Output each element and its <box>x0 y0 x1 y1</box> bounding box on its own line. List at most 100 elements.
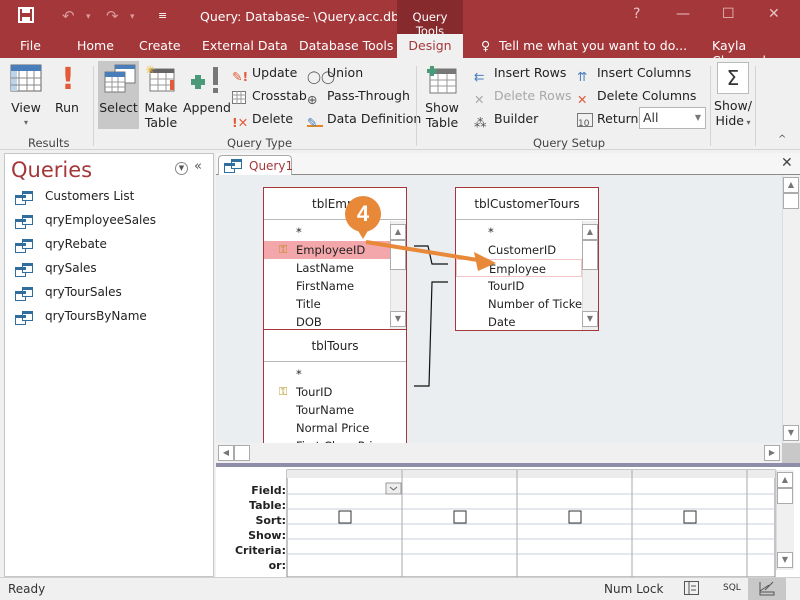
nav-item[interactable]: qryEmployeeSales <box>15 209 156 231</box>
delete-columns-icon: ✕ <box>577 91 588 107</box>
insert-columns-button[interactable]: ⇈ Insert Columns <box>577 63 691 84</box>
scroll-thumb[interactable] <box>783 193 799 209</box>
close-window-button[interactable]: ✕ <box>768 6 780 22</box>
ribbon-tabs: File Home Create External Data Database … <box>0 34 800 68</box>
query-icon <box>15 286 33 301</box>
close-document-icon[interactable]: ✕ <box>781 155 793 171</box>
tab-design[interactable]: Design <box>397 34 463 58</box>
insert-rows-button[interactable]: ⇇ Insert Rows <box>474 63 567 84</box>
datasheet-view-icon[interactable] <box>684 581 700 599</box>
nav-item[interactable]: qrySales <box>15 257 97 279</box>
sql-view-button[interactable]: SQL <box>723 583 741 593</box>
relationship-lines <box>365 240 496 387</box>
insert-rows-icon: ⇇ <box>474 68 485 84</box>
update-query-button[interactable]: ✎! Update <box>232 63 297 84</box>
grid-vertical-scrollbar[interactable]: ▲ ▼ <box>776 470 794 570</box>
tab-file[interactable]: File <box>20 38 41 53</box>
grid-cells[interactable] <box>286 467 776 577</box>
show-checkbox <box>568 510 582 524</box>
row-label-show: Show: <box>248 529 286 542</box>
nav-item-label: qryEmployeeSales <box>45 213 157 227</box>
tab-home[interactable]: Home <box>77 38 114 53</box>
nav-item-label: Customers List <box>45 189 135 203</box>
delete-columns-button[interactable]: ✕ Delete Columns <box>577 86 697 107</box>
nav-dropdown-icon[interactable]: ▼ <box>175 162 188 175</box>
run-label: Run <box>55 100 79 115</box>
tab-create[interactable]: Create <box>139 38 181 53</box>
scroll-thumb[interactable] <box>234 445 250 461</box>
run-icon: ! <box>61 62 75 97</box>
maximize-button[interactable]: ☐ <box>722 6 735 22</box>
delete-columns-label: Delete Columns <box>597 88 697 103</box>
delete-rows-button[interactable]: ✕ Delete Rows <box>474 86 572 107</box>
select-query-button[interactable]: Select <box>98 61 139 129</box>
shutter-bar-close-icon[interactable]: « <box>194 159 202 174</box>
lightbulb-icon: ♀ <box>481 38 491 53</box>
collapse-ribbon-icon[interactable]: ^ <box>778 134 786 145</box>
canvas-horizontal-scrollbar[interactable]: ◀ ▶ <box>216 443 782 463</box>
union-query-button[interactable]: ◯◯Union <box>307 63 364 84</box>
scroll-down-icon[interactable]: ▼ <box>777 552 793 568</box>
callout-pointer <box>357 229 369 239</box>
tab-query1[interactable]: Query1 <box>218 155 293 176</box>
return-select[interactable]: All ▼ <box>639 107 706 129</box>
nav-title[interactable]: Queries <box>11 158 92 182</box>
scroll-down-icon[interactable]: ▼ <box>783 425 799 441</box>
scroll-thumb[interactable] <box>777 488 793 504</box>
insert-rows-label: Insert Rows <box>494 65 567 80</box>
tell-me-input[interactable]: Tell me what you want to do... <box>499 38 687 53</box>
view-label: View <box>11 100 41 115</box>
save-icon[interactable] <box>18 7 34 27</box>
step-callout: 4 <box>345 196 381 232</box>
delete-query-button[interactable]: !✕ Delete <box>232 109 293 130</box>
dropdown-icon: ▾ <box>743 118 751 127</box>
nav-item[interactable]: qryRebate <box>15 233 107 255</box>
query-tools-label: Query Tools <box>397 0 463 38</box>
run-button[interactable]: ! Run <box>52 62 82 116</box>
crosstab-query-button[interactable]: Crosstab <box>232 86 307 106</box>
view-dropdown-icon: ▾ <box>23 118 28 127</box>
undo-dropdown-icon[interactable]: ▾ <box>86 12 91 22</box>
return-control: 10 Return: <box>577 109 643 129</box>
design-view-button[interactable] <box>748 578 786 600</box>
customize-qat-icon[interactable]: ≡ <box>158 9 167 22</box>
nav-item[interactable]: Customers List <box>15 185 134 207</box>
union-label: Union <box>327 65 364 80</box>
divider <box>755 66 756 146</box>
append-button[interactable]: Append <box>183 64 231 115</box>
tab-database-tools[interactable]: Database Tools <box>299 38 393 53</box>
show-hide-button[interactable]: Σ Show/ Hide ▾ <box>714 62 752 130</box>
drag-arrow-head <box>474 252 496 271</box>
show-table-label-2: Table <box>425 115 459 130</box>
tab-external-data[interactable]: External Data <box>202 38 288 53</box>
view-button[interactable]: View ▾ <box>8 64 44 130</box>
data-definition-query-button[interactable]: ✎ Data Definition <box>307 109 421 130</box>
nav-item[interactable]: qryToursByName <box>15 305 147 327</box>
redo-icon[interactable]: ↷ <box>106 7 119 25</box>
help-button[interactable]: ? <box>633 6 640 22</box>
minimize-button[interactable]: — <box>676 6 690 22</box>
append-icon <box>185 64 225 96</box>
pass-through-query-button[interactable]: ⊕ Pass-Through <box>307 86 410 107</box>
select-query-icon <box>103 64 135 96</box>
divider <box>416 66 417 146</box>
wand-icon: ⁂ <box>474 114 487 130</box>
query-icon <box>15 310 33 325</box>
undo-icon[interactable]: ↶ <box>62 7 75 25</box>
scroll-left-icon[interactable]: ◀ <box>218 445 234 461</box>
title-bar: ↶ ▾ ↷ ▾ ≡ Query: Database- \Query.acc.db… <box>0 0 800 38</box>
redo-dropdown-icon[interactable]: ▾ <box>130 12 135 22</box>
query-icon <box>224 159 242 176</box>
canvas-vertical-scrollbar[interactable]: ▲ ▼ <box>782 175 800 443</box>
row-label-field: Field: <box>251 484 286 497</box>
totals-sigma-icon: Σ <box>717 62 749 94</box>
make-table-button[interactable]: ✳ Make Table <box>144 63 178 130</box>
scroll-up-icon[interactable]: ▲ <box>777 472 793 488</box>
show-table-button[interactable]: Show Table <box>422 64 462 130</box>
builder-button[interactable]: ⁂ Builder <box>474 109 538 130</box>
scroll-up-icon[interactable]: ▲ <box>783 177 799 193</box>
scroll-right-icon[interactable]: ▶ <box>764 445 780 461</box>
svg-text:✳: ✳ <box>145 64 155 77</box>
field-dropdown-button <box>385 482 402 495</box>
nav-item[interactable]: qryTourSales <box>15 281 122 303</box>
